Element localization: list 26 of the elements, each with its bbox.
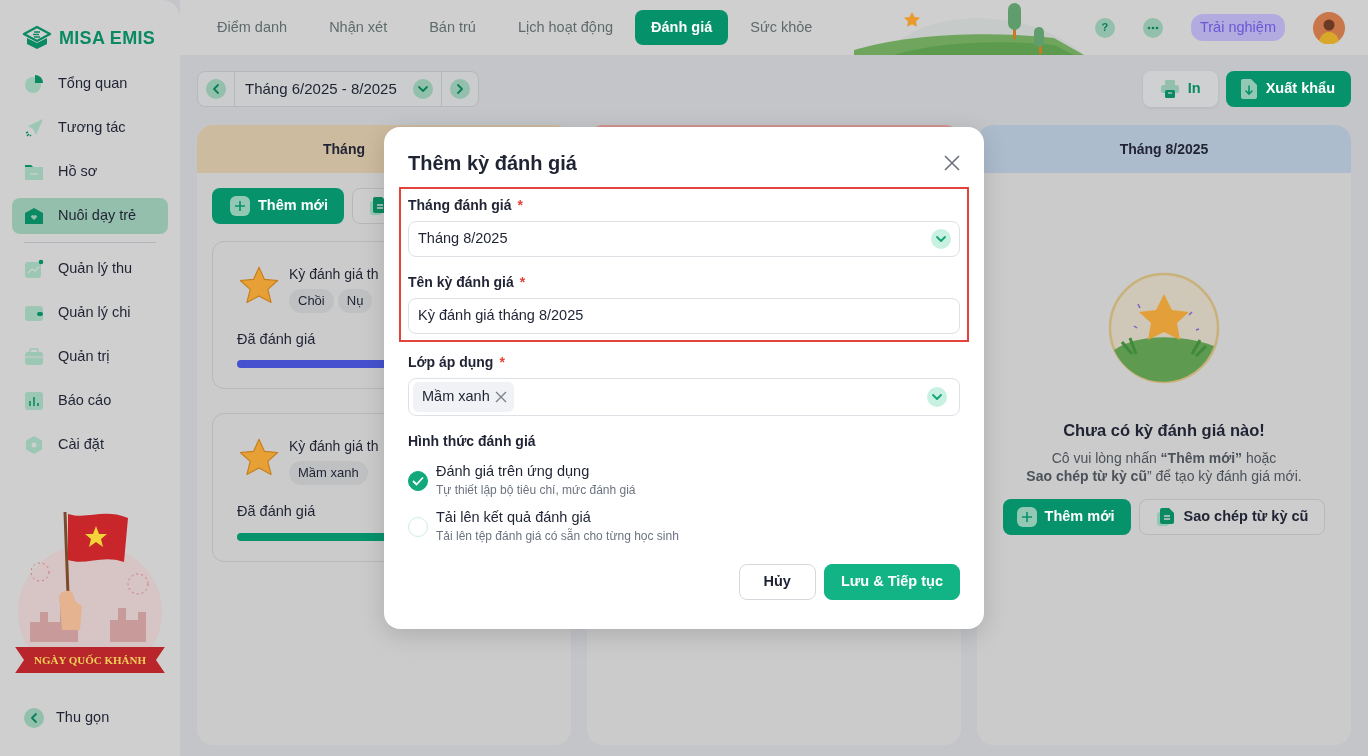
option-label: Tải lên kết quả đánh giá bbox=[436, 508, 592, 526]
card-title: Kỳ đánh giá th bbox=[289, 437, 379, 457]
status-label: Đã đánh giá bbox=[237, 329, 316, 349]
option-hint: Tự thiết lập bộ tiêu chí, mức đánh giá bbox=[436, 482, 636, 498]
field-label: Lớp áp dụng bbox=[408, 353, 494, 372]
card-title: Kỳ đánh giá th bbox=[289, 265, 379, 284]
class-tag: Mầm xanh bbox=[289, 461, 368, 485]
section-label: Hình thức đánh giá bbox=[408, 432, 537, 451]
column-title: Tháng bbox=[323, 139, 365, 159]
field-label: Tháng đánh giá bbox=[408, 196, 512, 215]
field-label: Tên kỳ đánh giá bbox=[408, 273, 514, 292]
empty-message: Cô vui lòng nhấn “Thêm mới” hoặc Sao chép từ kỳ cũ” để tạo kỳ đánh giá mới. bbox=[1026, 448, 1302, 485]
column-title: Tháng 8/2025 bbox=[1119, 139, 1209, 159]
logo-text: MISA EMIS bbox=[59, 26, 156, 50]
empty-title: Chưa có kỳ đánh giá nào! bbox=[1063, 420, 1265, 442]
dialog-title: Thêm kỳ đánh giá bbox=[408, 151, 577, 175]
option-hint: Tải lên tệp đánh giá có sẵn cho từng học sinh bbox=[436, 528, 679, 544]
required-mark: * bbox=[517, 196, 523, 215]
class-tag: Nụ bbox=[337, 289, 373, 313]
period-value: Tháng 6/2025 - 8/2025 bbox=[245, 78, 397, 99]
required-mark: * bbox=[499, 353, 505, 372]
status-label: Đã đánh giá bbox=[237, 501, 316, 521]
ribbon-banner: NGÀY QUỐC KHÁNH bbox=[15, 646, 165, 674]
class-tag: Chồi bbox=[289, 289, 334, 313]
required-mark: * bbox=[519, 273, 526, 292]
option-label: Đánh giá trên ứng dụng bbox=[436, 462, 591, 480]
